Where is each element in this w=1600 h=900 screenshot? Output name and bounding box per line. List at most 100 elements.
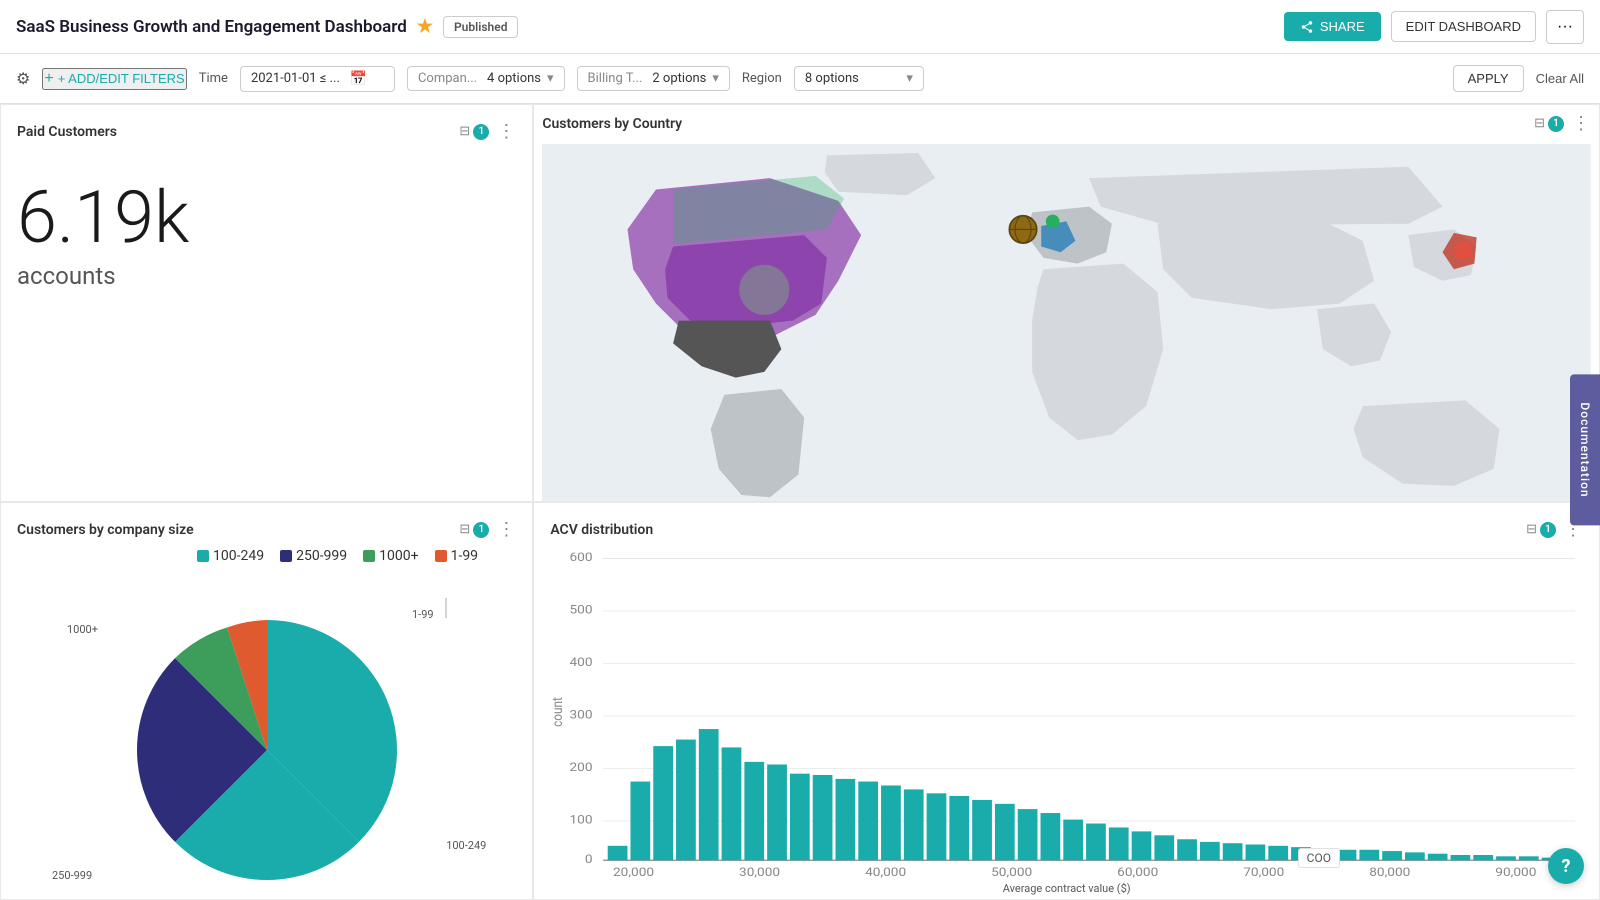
legend-color-250-999 xyxy=(280,550,292,562)
legend-color-1000plus xyxy=(363,550,375,562)
share-icon xyxy=(1300,20,1314,34)
company-size-panel: Customers by company size ⊟ 1 ⋮ 100-249 … xyxy=(0,502,533,900)
paid-customers-header: Paid Customers ⊟ 1 ⋮ xyxy=(17,121,516,142)
filter-bar: ⚙ + + ADD/EDIT FILTERS Time 2021-01-01 ≤… xyxy=(0,54,1600,104)
filter-icon: ⊟ xyxy=(459,522,470,537)
paid-customers-unit: accounts xyxy=(17,262,516,290)
legend-1000plus: 1000+ xyxy=(363,548,418,564)
time-label: Time xyxy=(199,71,228,86)
calendar-icon: 📅 xyxy=(350,71,367,87)
published-badge: Published xyxy=(443,16,518,38)
company-size-more-button[interactable]: ⋮ xyxy=(497,519,516,540)
svg-text:60,000: 60,000 xyxy=(1117,866,1158,880)
svg-text:20,000: 20,000 xyxy=(613,866,654,880)
svg-text:90,000: 90,000 xyxy=(1496,866,1537,880)
svg-text:80,000: 80,000 xyxy=(1370,866,1411,880)
header-actions: SHARE EDIT DASHBOARD ··· xyxy=(1284,10,1584,44)
acv-x-label: Average contract value ($) xyxy=(550,882,1583,895)
map-filter-badge[interactable]: ⊟ 1 xyxy=(1534,116,1564,132)
main-content: Paid Customers ⊟ 1 ⋮ 6.19k accounts Cust… xyxy=(0,104,1600,900)
time-filter[interactable]: 2021-01-01 ≤ ... 📅 xyxy=(240,66,395,92)
paid-customers-filter-badge[interactable]: ⊟ 1 xyxy=(459,124,489,140)
pie-chart-container: 1-99 1000+ 250-999 100-249 xyxy=(17,568,516,900)
header: SaaS Business Growth and Engagement Dash… xyxy=(0,0,1600,54)
map-badge-count: 1 xyxy=(1548,116,1564,132)
svg-text:500: 500 xyxy=(570,603,593,617)
world-map[interactable] xyxy=(542,142,1591,502)
svg-text:30,000: 30,000 xyxy=(739,866,780,880)
map-svg xyxy=(542,142,1591,502)
company-size-title: Customers by company size xyxy=(17,522,194,538)
filter-icon: ⊟ xyxy=(459,124,470,139)
documentation-tab[interactable]: Documentation xyxy=(1570,374,1600,525)
map-title: Customers by Country xyxy=(542,116,682,132)
filter-icon: ⊟ xyxy=(1534,116,1545,131)
region-options: 8 options xyxy=(805,71,859,86)
dashboard-title: SaaS Business Growth and Engagement Dash… xyxy=(16,17,407,37)
edit-dashboard-button[interactable]: EDIT DASHBOARD xyxy=(1391,11,1536,42)
acv-chart-svg: 600 500 400 300 200 100 0 count xyxy=(550,548,1583,876)
billing-label: Billing T... xyxy=(588,71,643,86)
region-filter[interactable]: 8 options ▾ xyxy=(794,66,924,91)
clear-all-button[interactable]: Clear All xyxy=(1536,71,1584,86)
svg-text:200: 200 xyxy=(570,761,593,775)
company-options: 4 options xyxy=(487,71,541,86)
paid-customers-value: 6.19k xyxy=(17,182,516,254)
map-more-button[interactable]: ⋮ xyxy=(1572,113,1591,134)
company-size-header: Customers by company size ⊟ 1 ⋮ xyxy=(17,519,516,540)
svg-text:0: 0 xyxy=(585,853,593,867)
coo-label: COO xyxy=(1298,848,1340,868)
billing-filter[interactable]: Billing T... 2 options ▾ xyxy=(577,66,730,91)
plus-icon: + xyxy=(44,70,53,88)
acv-badge-count: 1 xyxy=(1540,522,1556,538)
billing-options: 2 options xyxy=(652,71,706,86)
time-value: 2021-01-01 ≤ ... xyxy=(251,71,340,86)
chevron-down-icon: ▾ xyxy=(547,71,554,86)
paid-customers-panel: Paid Customers ⊟ 1 ⋮ 6.19k accounts xyxy=(0,104,533,502)
acv-header: ACV distribution ⊟ 1 ⋮ xyxy=(550,519,1583,540)
company-label: Compan... xyxy=(418,71,477,86)
company-filter[interactable]: Compan... 4 options ▾ xyxy=(407,66,565,91)
svg-text:100: 100 xyxy=(570,813,593,827)
company-size-badge-count: 1 xyxy=(473,522,489,538)
add-edit-filters-button[interactable]: + + ADD/EDIT FILTERS xyxy=(42,68,186,90)
company-size-actions: ⊟ 1 ⋮ xyxy=(459,519,516,540)
svg-text:count: count xyxy=(551,697,567,727)
acv-bar-chart: 600 500 400 300 200 100 0 count xyxy=(550,548,1583,876)
chevron-down-icon: ▾ xyxy=(712,71,719,86)
acv-panel: ACV distribution ⊟ 1 ⋮ 600 500 400 300 2… xyxy=(533,502,1600,900)
legend-100-249: 100-249 xyxy=(197,548,264,564)
chevron-down-icon: ▾ xyxy=(906,71,913,86)
svg-text:400: 400 xyxy=(570,656,593,670)
label-1000plus: 1000+ xyxy=(67,623,98,636)
legend-color-100-249 xyxy=(197,550,209,562)
company-size-filter-badge[interactable]: ⊟ 1 xyxy=(459,522,489,538)
svg-text:50,000: 50,000 xyxy=(991,866,1032,880)
legend-250-999: 250-999 xyxy=(280,548,347,564)
settings-icon[interactable]: ⚙ xyxy=(16,69,30,88)
svg-text:300: 300 xyxy=(570,708,593,722)
pie-chart-svg xyxy=(127,610,407,890)
customers-by-country-panel: Customers by Country ⊟ 1 ⋮ xyxy=(533,104,1600,502)
help-button[interactable]: ? xyxy=(1548,848,1584,884)
pie-legend: 100-249 250-999 1000+ 1-99 xyxy=(197,548,516,564)
label-250-999: 250-999 xyxy=(52,869,92,882)
map-header: Customers by Country ⊟ 1 ⋮ xyxy=(542,113,1591,134)
paid-customers-badge-count: 1 xyxy=(473,124,489,140)
svg-text:40,000: 40,000 xyxy=(865,866,906,880)
paid-customers-title: Paid Customers xyxy=(17,124,117,140)
apply-button[interactable]: APPLY xyxy=(1453,65,1524,92)
star-icon[interactable]: ★ xyxy=(417,16,433,37)
header-title-area: SaaS Business Growth and Engagement Dash… xyxy=(16,16,1284,38)
more-options-button[interactable]: ··· xyxy=(1546,10,1584,44)
legend-color-1-99 xyxy=(435,550,447,562)
share-button[interactable]: SHARE xyxy=(1284,12,1381,41)
paid-customers-actions: ⊟ 1 ⋮ xyxy=(459,121,516,142)
acv-filter-badge[interactable]: ⊟ 1 xyxy=(1526,522,1556,538)
legend-1-99: 1-99 xyxy=(435,548,478,564)
label-1-99: 1-99 xyxy=(412,598,456,621)
filter-icon: ⊟ xyxy=(1526,522,1537,537)
paid-customers-more-button[interactable]: ⋮ xyxy=(497,121,516,142)
svg-text:70,000: 70,000 xyxy=(1244,866,1285,880)
svg-text:600: 600 xyxy=(570,551,593,565)
